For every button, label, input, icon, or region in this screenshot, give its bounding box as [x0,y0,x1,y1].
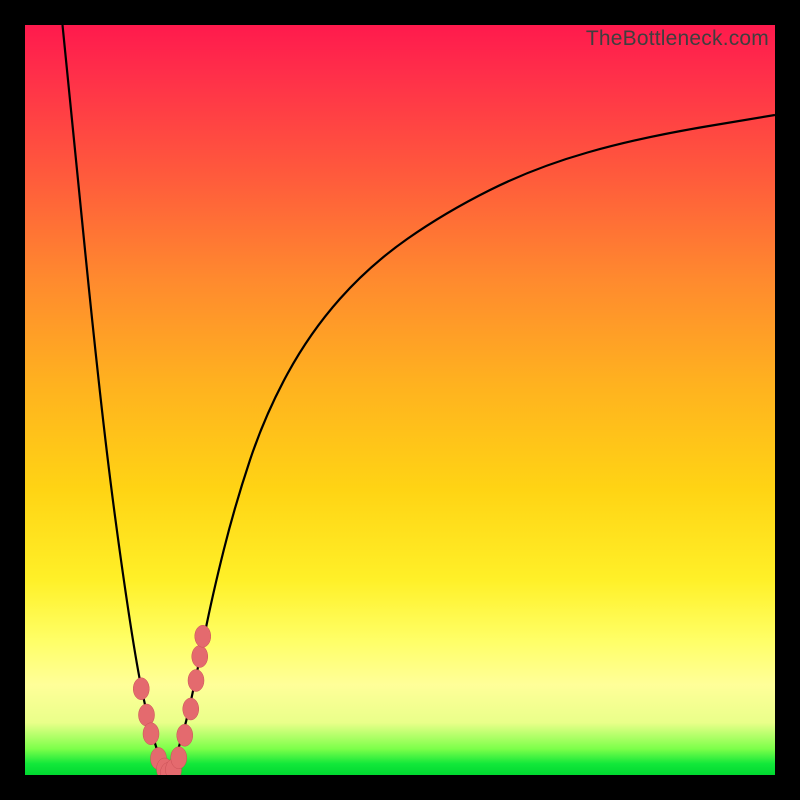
curve-marker [177,724,193,746]
plot-area: TheBottleneck.com [25,25,775,775]
curve-marker [143,723,159,745]
curve-marker [133,678,149,700]
curve-marker [195,625,211,647]
curve-marker [192,646,208,668]
bottleneck-curve [63,25,776,771]
chart-frame: TheBottleneck.com [0,0,800,800]
curve-marker [183,698,199,720]
curve-marker [171,747,187,769]
watermark-text: TheBottleneck.com [586,27,769,51]
chart-svg [25,25,775,775]
curve-marker [188,670,204,692]
